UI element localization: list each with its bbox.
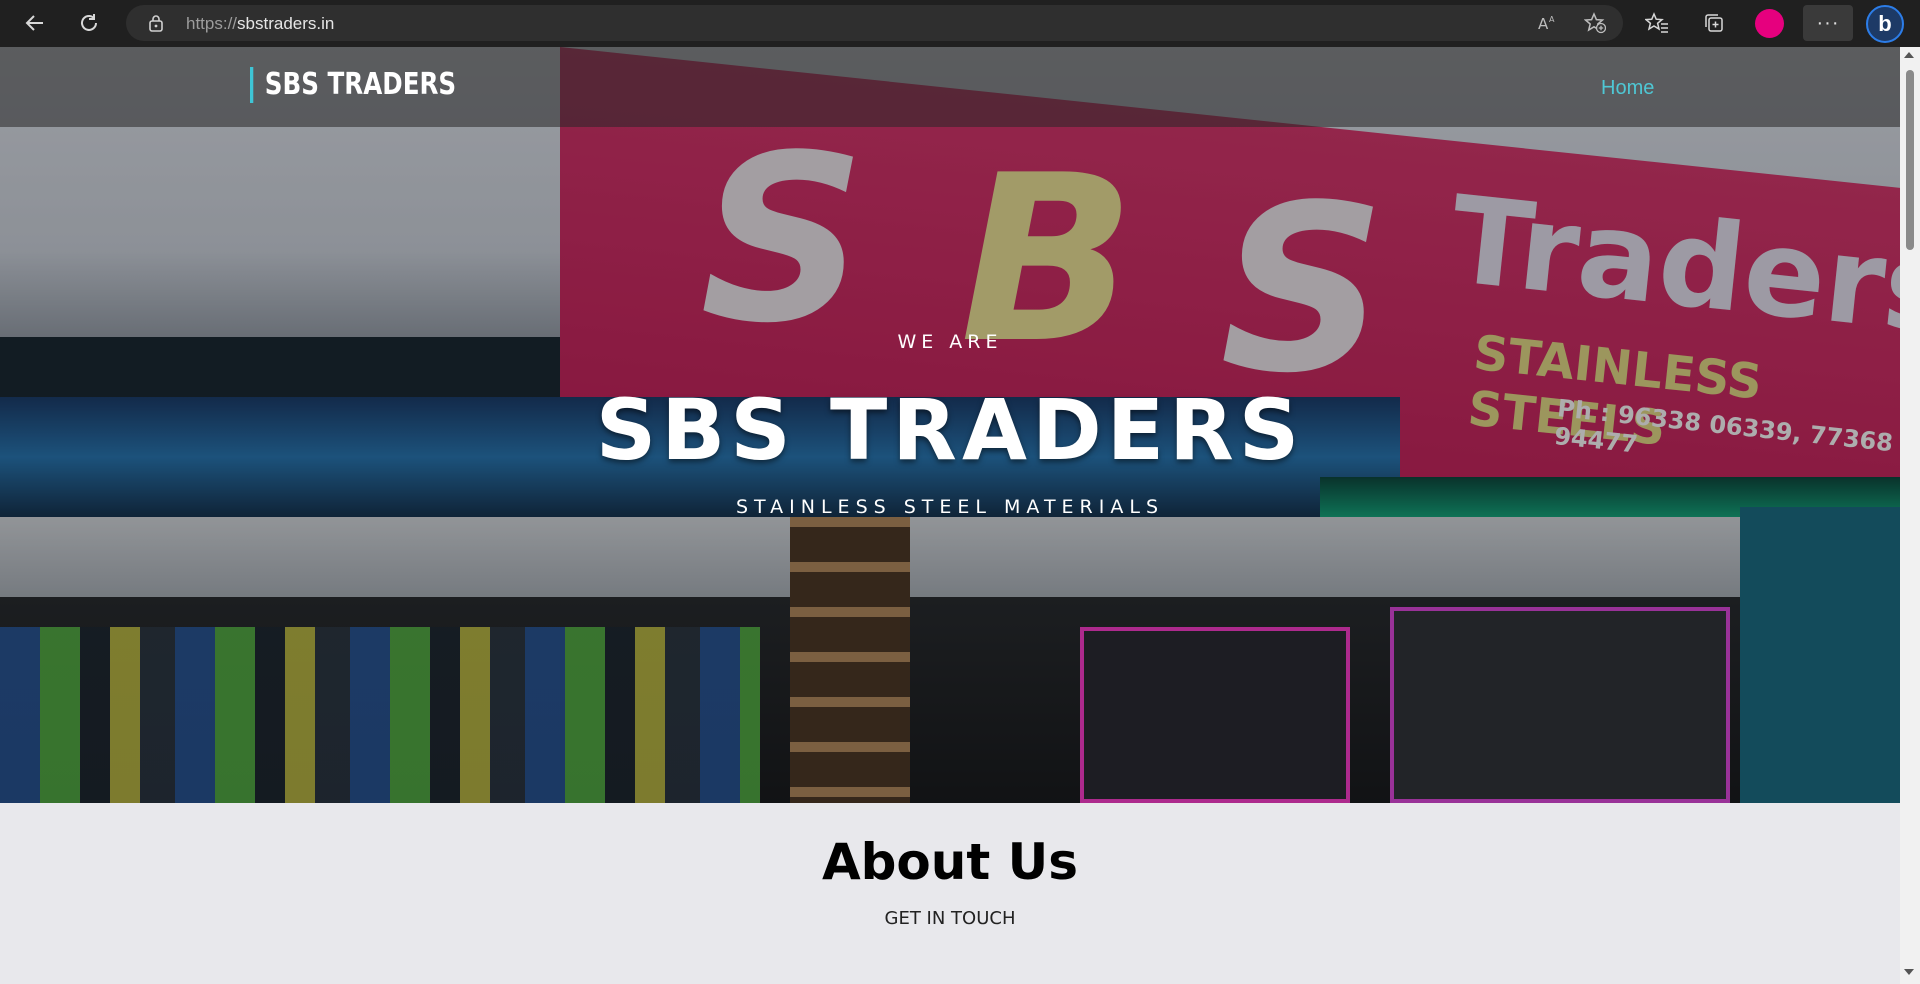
scroll-thumb[interactable] xyxy=(1906,70,1914,250)
more-options-button[interactable]: ··· xyxy=(1803,5,1853,41)
hero-subtitle: STAINLESS STEEL MATERIALS xyxy=(735,496,1165,518)
reload-icon xyxy=(81,14,97,31)
page-viewport: S B S Traders STAINLESS STEELS Ph : 9633… xyxy=(0,47,1900,984)
back-button[interactable] xyxy=(17,5,53,41)
url-protocol: https:// xyxy=(186,14,238,33)
scroll-down-arrow-icon[interactable] xyxy=(1904,969,1914,975)
profile-avatar[interactable] xyxy=(1755,9,1784,38)
hero-kicker: WE ARE xyxy=(897,331,1003,353)
collections-icon[interactable] xyxy=(1697,6,1731,40)
lock-icon[interactable] xyxy=(148,14,164,37)
about-title: About Us xyxy=(821,833,1079,891)
nav-link-home[interactable]: Home xyxy=(1601,77,1654,100)
favorites-icon[interactable] xyxy=(1640,6,1674,40)
vertical-scrollbar[interactable] xyxy=(1900,47,1920,984)
url-text[interactable]: https://sbstraders.in xyxy=(186,14,334,34)
site-navbar: SBS TRADERS Home xyxy=(0,47,1900,127)
arrow-left-icon xyxy=(25,15,43,31)
svg-text:A: A xyxy=(1549,15,1555,24)
url-host: sbstraders.in xyxy=(237,14,335,33)
bing-copilot-button[interactable]: b xyxy=(1866,5,1904,43)
hero-title: SBS TRADERS xyxy=(595,381,1305,479)
about-subtitle: GET IN TOUCH xyxy=(884,908,1016,929)
address-bar[interactable]: https://sbstraders.in AA xyxy=(126,5,1623,41)
scroll-up-arrow-icon[interactable] xyxy=(1904,52,1914,58)
read-aloud-icon[interactable]: AA xyxy=(1536,11,1560,35)
add-favorite-icon[interactable] xyxy=(1583,11,1607,35)
reload-button[interactable] xyxy=(71,5,107,41)
browser-toolbar: https://sbstraders.in AA ··· b xyxy=(0,0,1920,47)
svg-text:A: A xyxy=(1538,15,1549,33)
about-section: About Us GET IN TOUCH xyxy=(0,803,1900,984)
brand-logo[interactable]: SBS TRADERS xyxy=(250,67,456,103)
hero-section: S B S Traders STAINLESS STEELS Ph : 9633… xyxy=(0,47,1900,803)
